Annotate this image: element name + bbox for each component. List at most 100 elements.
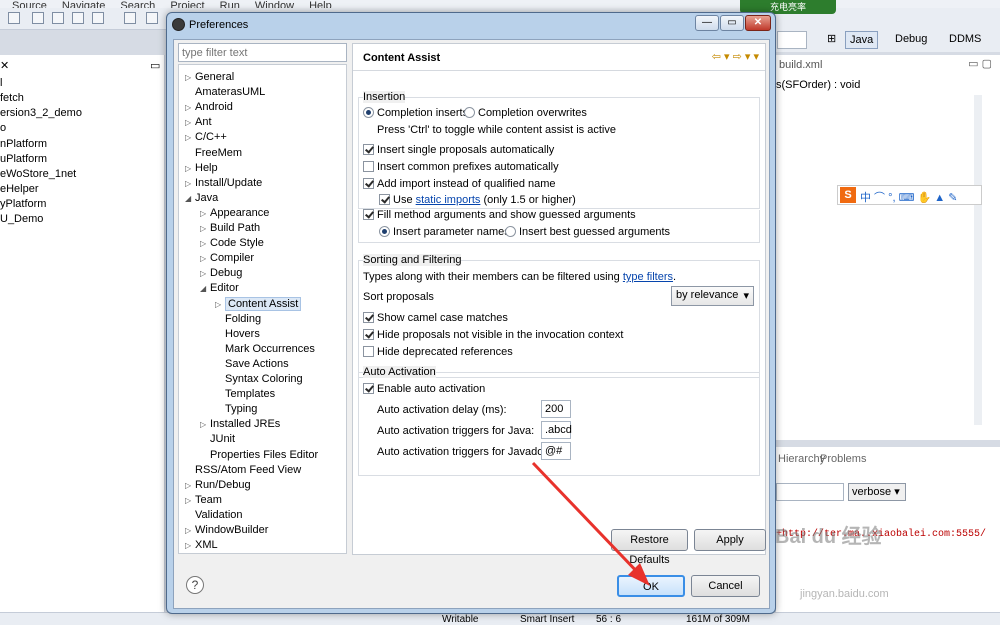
expanded-arrow-icon[interactable]: ◢	[185, 192, 195, 206]
tree-item[interactable]: Mark Occurrences	[215, 342, 315, 356]
ime-icons[interactable]: 中 ⌒ °, ⌨ ✋ ▲ ✎	[860, 189, 957, 205]
menu-run[interactable]: Run	[220, 0, 240, 8]
enable-auto-activation-checkbox[interactable]: Enable auto activation	[363, 382, 485, 396]
tree-item[interactable]: ◢ Java	[185, 191, 218, 205]
tree-item[interactable]: ▷ Build Path	[200, 221, 260, 235]
tree-item[interactable]: ▷ C/C++	[185, 130, 227, 144]
expanded-arrow-icon[interactable]: ◢	[200, 282, 210, 296]
tree-item[interactable]: AmaterasUML	[185, 85, 265, 99]
tree-item[interactable]: ▷ XML	[185, 538, 218, 552]
tree-item[interactable]: ▷ Compiler	[200, 251, 254, 265]
menu-search[interactable]: Search	[120, 0, 155, 8]
insert-common-checkbox[interactable]: Insert common prefixes automatically	[363, 160, 559, 174]
tree-item[interactable]: Save Actions	[215, 357, 289, 371]
minimize-button[interactable]: —	[695, 15, 719, 31]
tree-item[interactable]: FreeMem	[185, 146, 242, 160]
menu-navigate[interactable]: Navigate	[62, 0, 105, 8]
minimize-icon[interactable]: ▭ ▢	[968, 57, 992, 70]
project-item[interactable]: eWoStore_1net	[0, 168, 76, 180]
project-item[interactable]: U_Demo	[0, 213, 43, 225]
menu-source[interactable]: Source	[12, 0, 47, 8]
insert-single-checkbox[interactable]: Insert single proposals automatically	[363, 143, 554, 157]
console-filter-input[interactable]	[776, 483, 844, 501]
close-icon[interactable]: ✕	[0, 59, 9, 72]
completion-overwrites-radio[interactable]: Completion overwrites	[464, 106, 587, 120]
tree-item[interactable]: ▷ Run/Debug	[185, 478, 251, 492]
help-icon[interactable]: ?	[186, 576, 204, 594]
static-imports-link[interactable]: static imports	[416, 194, 481, 206]
toolbar-icon[interactable]	[52, 12, 64, 24]
collapsed-arrow-icon[interactable]: ▷	[185, 71, 195, 85]
menu-project[interactable]: Project	[170, 0, 204, 8]
java-triggers-input[interactable]: .abcd	[541, 421, 572, 439]
tree-item[interactable]: Properties Files Editor	[200, 448, 318, 462]
collapsed-arrow-icon[interactable]: ▷	[200, 267, 210, 281]
quick-access-field[interactable]	[777, 31, 807, 49]
tree-item[interactable]: ▷ Ant	[185, 115, 212, 129]
tree-item[interactable]: ▷ Team	[185, 493, 222, 507]
tab-problems[interactable]: Problems	[820, 453, 866, 465]
open-perspective-icon[interactable]: ⊞	[823, 31, 840, 49]
tree-item[interactable]: ▷ WindowBuilder	[185, 523, 268, 537]
toolbar-icon[interactable]	[146, 12, 158, 24]
menu-help[interactable]: Help	[309, 0, 332, 8]
editor-tab-build-xml[interactable]: build.xml	[779, 59, 822, 71]
sort-proposals-select[interactable]: by relevance ▾	[671, 286, 754, 306]
tree-item[interactable]: ▷ General	[185, 70, 234, 84]
type-filters-link[interactable]: type filters	[623, 271, 673, 283]
ok-button[interactable]: OK	[617, 575, 685, 597]
tree-item[interactable]: ▷ Help	[185, 161, 218, 175]
apply-button[interactable]: Apply	[694, 529, 766, 551]
tree-item[interactable]: Hovers	[215, 327, 260, 341]
project-item[interactable]: fetch	[0, 92, 24, 104]
collapsed-arrow-icon[interactable]: ▷	[200, 418, 210, 432]
tree-item[interactable]: Templates	[215, 387, 275, 401]
tree-item[interactable]: ◢ Editor	[200, 281, 239, 295]
tree-item[interactable]: JUnit	[200, 432, 235, 446]
toolbar-icon[interactable]	[8, 12, 20, 24]
collapsed-arrow-icon[interactable]: ▷	[200, 222, 210, 236]
sogou-logo-icon[interactable]: S	[840, 187, 856, 203]
collapsed-arrow-icon[interactable]: ▷	[185, 539, 195, 553]
collapsed-arrow-icon[interactable]: ▷	[185, 116, 195, 130]
menu-window[interactable]: Window	[255, 0, 294, 8]
dialog-titlebar[interactable]: Preferences — ▭ ✕	[167, 13, 775, 38]
tree-item[interactable]: Validation	[185, 508, 243, 522]
cancel-button[interactable]: Cancel	[691, 575, 760, 597]
collapsed-arrow-icon[interactable]: ▷	[200, 237, 210, 251]
tree-item[interactable]: RSS/Atom Feed View	[185, 463, 301, 477]
collapsed-arrow-icon[interactable]: ▷	[185, 177, 195, 191]
restore-defaults-button[interactable]: Restore Defaults	[611, 529, 688, 566]
tree-item[interactable]: ▷ Installed JREs	[200, 417, 280, 431]
collapsed-arrow-icon[interactable]: ▷	[185, 162, 195, 176]
camel-case-checkbox[interactable]: Show camel case matches	[363, 311, 508, 325]
project-item[interactable]: eHelper	[0, 183, 39, 195]
project-item[interactable]: o	[0, 122, 6, 134]
collapsed-arrow-icon[interactable]: ▷	[185, 524, 195, 538]
perspective-ddms[interactable]: DDMS	[945, 31, 985, 49]
hide-deprecated-checkbox[interactable]: Hide deprecated references	[363, 345, 513, 359]
use-static-imports-checkbox[interactable]: Use static imports (only 1.5 or higher)	[379, 193, 576, 207]
tree-item[interactable]: ▷ Debug	[200, 266, 242, 280]
perspective-debug[interactable]: Debug	[891, 31, 931, 49]
collapsed-arrow-icon[interactable]: ▷	[185, 131, 195, 145]
collapsed-arrow-icon[interactable]: ▷	[200, 252, 210, 266]
tab-hierarchy[interactable]: Hierarchy	[778, 453, 825, 465]
minimize-icon[interactable]: ▭	[150, 59, 160, 72]
project-item[interactable]: nPlatform	[0, 138, 47, 150]
log-level-select[interactable]: verbose ▾	[848, 483, 906, 501]
tree-item[interactable]: Folding	[215, 312, 261, 326]
toolbar-icon[interactable]	[124, 12, 136, 24]
scrollbar[interactable]	[974, 95, 982, 425]
page-nav-arrows-icon[interactable]: ⇦ ▾ ⇨ ▾ ▾	[712, 50, 759, 63]
tree-item[interactable]: ▷ Appearance	[200, 206, 269, 220]
toolbar-icon[interactable]	[32, 12, 44, 24]
perspective-java[interactable]: Java	[845, 31, 879, 49]
project-item[interactable]: uPlatform	[0, 153, 47, 165]
tree-item[interactable]: Syntax Coloring	[215, 372, 303, 386]
close-button[interactable]: ✕	[745, 15, 771, 31]
maximize-button[interactable]: ▭	[720, 15, 744, 31]
project-item[interactable]: ersion3_2_demo	[0, 107, 82, 119]
delay-input[interactable]: 200	[541, 400, 571, 418]
tree-item[interactable]: Typing	[215, 402, 257, 416]
